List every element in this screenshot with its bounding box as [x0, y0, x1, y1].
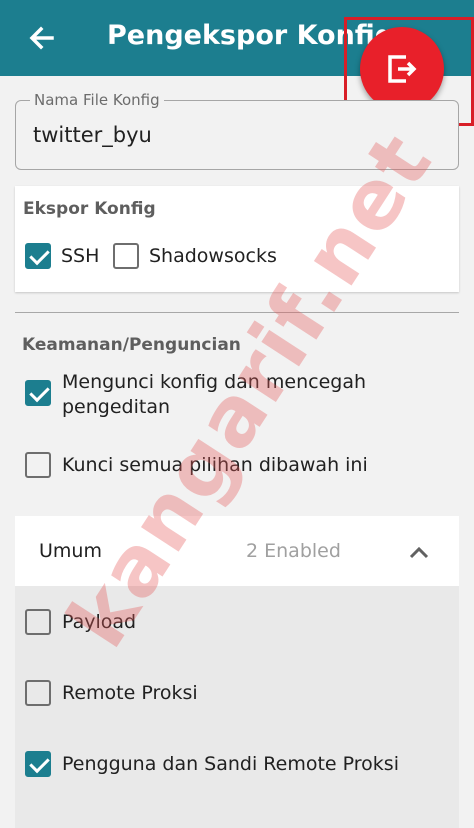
ssh-checkbox[interactable] — [25, 243, 51, 269]
lock-config-checkbox[interactable] — [25, 380, 51, 406]
ssh-label: SSH — [61, 245, 100, 267]
proxy-credentials-checkbox[interactable] — [25, 751, 51, 777]
divider — [15, 312, 459, 313]
remote-proxy-checkbox[interactable] — [25, 680, 51, 706]
proxy-credentials-label: Pengguna dan Sandi Remote Proksi — [62, 753, 399, 775]
general-section-body: Payload Remote Proksi Pengguna dan Sandi… — [15, 586, 459, 828]
enabled-count: 2 Enabled — [246, 540, 341, 562]
payload-label: Payload — [62, 611, 137, 633]
payload-checkbox[interactable] — [25, 609, 51, 635]
export-card: Ekspor Konfig SSH Shadowsocks — [15, 186, 459, 292]
shadowsocks-checkbox[interactable] — [113, 243, 139, 269]
filename-field[interactable]: Nama File Konfig — [15, 91, 459, 170]
remote-proxy-label: Remote Proksi — [62, 682, 198, 704]
lock-all-checkbox[interactable] — [25, 452, 51, 478]
shadowsocks-label: Shadowsocks — [149, 245, 277, 267]
general-section-title: Umum — [39, 540, 102, 562]
lock-config-label: Mengunci konfig dan mencegah pengeditan — [62, 371, 366, 418]
arrow-left-icon[interactable] — [22, 18, 62, 58]
filename-label: Nama File Konfig — [30, 91, 164, 109]
lock-all-label: Kunci semua pilihan dibawah ini — [62, 454, 368, 476]
chevron-up-icon[interactable] — [407, 540, 431, 564]
security-section-title: Keamanan/Penguncian — [22, 335, 241, 355]
export-section-title: Ekspor Konfig — [23, 199, 156, 219]
filename-input[interactable] — [33, 123, 433, 147]
general-section-header[interactable]: Umum 2 Enabled — [15, 516, 459, 586]
